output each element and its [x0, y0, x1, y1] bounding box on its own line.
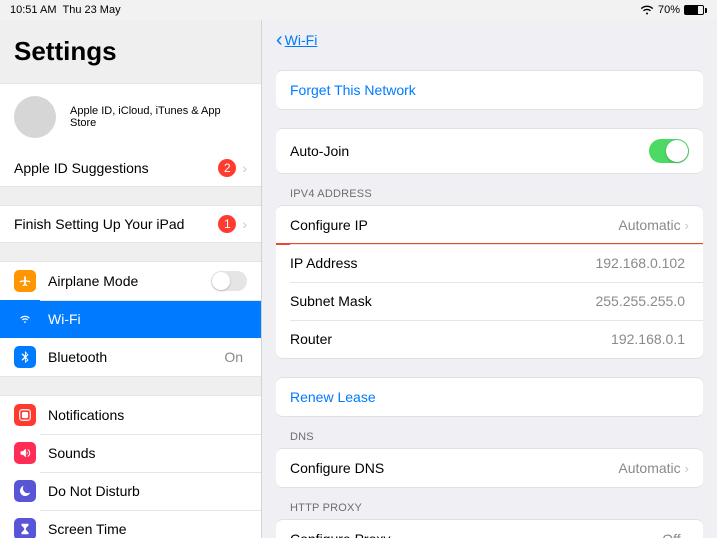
badge: 1	[218, 215, 236, 233]
subnet-mask-row: Subnet Mask 255.255.255.0	[276, 282, 703, 320]
profile-subtitle: Apple ID, iCloud, iTunes & App Store	[70, 105, 247, 129]
configure-dns-row[interactable]: Configure DNS Automatic ›	[276, 449, 703, 487]
battery-icon	[684, 5, 707, 15]
row-label: IP Address	[290, 255, 595, 271]
row-value: 255.255.255.0	[595, 293, 685, 309]
sidebar-item-wifi[interactable]: Wi-Fi	[0, 300, 261, 338]
auto-join-row: Auto-Join	[276, 129, 703, 173]
avatar	[14, 96, 56, 138]
chevron-right-icon: ›	[242, 216, 247, 232]
airplane-icon	[14, 270, 36, 292]
ipv4-section-header: IPV4 ADDRESS	[262, 174, 717, 205]
profile-row[interactable]: Apple ID, iCloud, iTunes & App Store	[0, 84, 261, 150]
configure-proxy-row[interactable]: Configure Proxy Off ›	[276, 520, 703, 538]
back-label: Wi-Fi	[285, 32, 318, 48]
back-button[interactable]: ‹ Wi-Fi	[276, 30, 317, 50]
sidebar-item-sounds[interactable]: Sounds	[0, 434, 261, 472]
notifications-icon	[14, 404, 36, 426]
row-value: 192.168.0.1	[611, 331, 685, 347]
configure-ip-row[interactable]: Configure IP Automatic ›	[276, 206, 703, 244]
status-time: 10:51 AM	[10, 4, 56, 16]
row-label: Finish Setting Up Your iPad	[14, 216, 218, 232]
chevron-right-icon: ›	[242, 160, 247, 176]
hourglass-icon	[14, 518, 36, 538]
bluetooth-icon	[14, 346, 36, 368]
row-value: 192.168.0.102	[595, 255, 685, 271]
row-label: Screen Time	[48, 521, 247, 537]
wifi-icon	[640, 5, 654, 15]
wifi-icon	[14, 308, 36, 330]
status-right: 70%	[640, 4, 707, 16]
row-label: Do Not Disturb	[48, 483, 247, 499]
status-battery-pct: 70%	[658, 4, 680, 16]
row-value: Automatic	[618, 460, 680, 476]
sidebar: Settings Apple ID, iCloud, iTunes & App …	[0, 20, 262, 538]
sidebar-item-airplane[interactable]: Airplane Mode	[0, 262, 261, 300]
row-label: Configure DNS	[290, 460, 618, 476]
row-label: Wi-Fi	[48, 311, 247, 327]
row-label: Sounds	[48, 445, 247, 461]
sidebar-item-notifications[interactable]: Notifications	[0, 396, 261, 434]
renew-lease-button[interactable]: Renew Lease	[276, 378, 703, 416]
dns-section-header: DNS	[262, 417, 717, 448]
auto-join-toggle[interactable]	[649, 139, 689, 163]
finish-setup-row[interactable]: Finish Setting Up Your iPad 1 ›	[0, 206, 261, 242]
chevron-right-icon: ›	[685, 218, 689, 233]
row-label: Subnet Mask	[290, 293, 595, 309]
row-label: Airplane Mode	[48, 273, 211, 289]
row-label: Renew Lease	[290, 389, 689, 405]
detail-nav: ‹ Wi-Fi	[262, 20, 717, 60]
row-value: On	[224, 349, 243, 365]
detail-pane: ‹ Wi-Fi Forget This Network Auto-Join IP…	[262, 20, 717, 538]
row-label: Apple ID Suggestions	[14, 160, 218, 176]
row-label: Forget This Network	[290, 82, 689, 98]
moon-icon	[14, 480, 36, 502]
status-date: Thu 23 May	[62, 4, 120, 16]
apple-id-suggestions-row[interactable]: Apple ID Suggestions 2 ›	[0, 150, 261, 186]
row-label: Router	[290, 331, 611, 347]
airplane-toggle[interactable]	[211, 271, 247, 291]
chevron-right-icon: ›	[685, 532, 689, 538]
badge: 2	[218, 159, 236, 177]
row-label: Configure Proxy	[290, 531, 662, 538]
sidebar-item-dnd[interactable]: Do Not Disturb	[0, 472, 261, 510]
proxy-section-header: HTTP PROXY	[262, 488, 717, 519]
sounds-icon	[14, 442, 36, 464]
chevron-right-icon: ›	[685, 461, 689, 476]
row-label: Notifications	[48, 407, 247, 423]
sidebar-item-bluetooth[interactable]: Bluetooth On	[0, 338, 261, 376]
row-value: Off	[662, 531, 680, 538]
page-title: Settings	[0, 20, 261, 83]
row-label: Auto-Join	[290, 143, 649, 159]
forget-network-button[interactable]: Forget This Network	[276, 71, 703, 109]
sidebar-item-screentime[interactable]: Screen Time	[0, 510, 261, 538]
row-label: Configure IP	[290, 217, 618, 233]
row-value: Automatic	[618, 217, 680, 233]
chevron-left-icon: ‹	[276, 30, 283, 50]
row-label: Bluetooth	[48, 349, 224, 365]
router-row: Router 192.168.0.1	[276, 320, 703, 358]
ip-address-row: IP Address 192.168.0.102	[276, 244, 703, 282]
status-bar: 10:51 AM Thu 23 May 70%	[0, 0, 717, 20]
status-left: 10:51 AM Thu 23 May	[10, 4, 121, 16]
